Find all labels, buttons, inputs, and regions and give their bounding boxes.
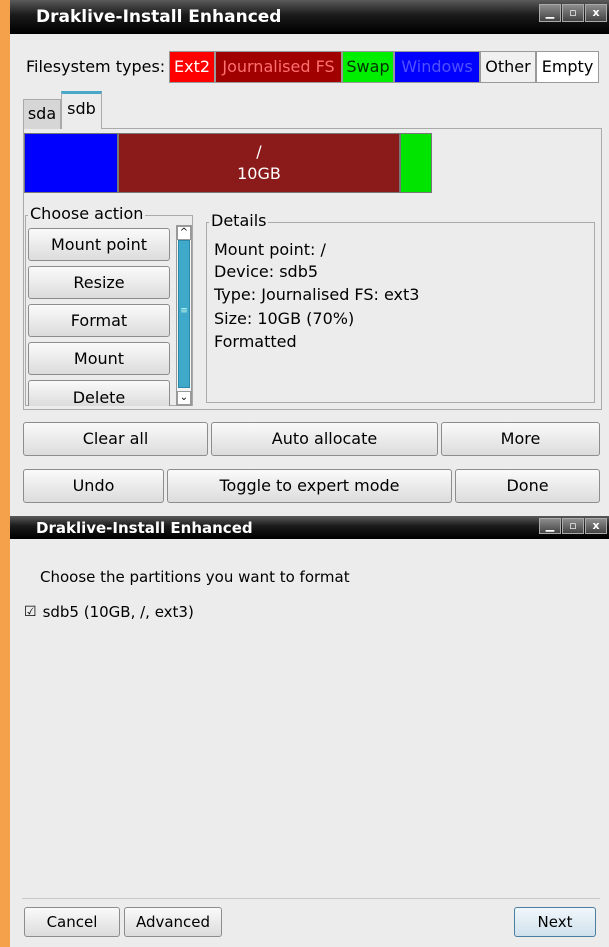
details-device: Device: sdb5 xyxy=(214,262,319,281)
chip-empty: Empty xyxy=(536,51,599,83)
clear-all-button[interactable]: Clear all xyxy=(23,422,208,456)
window-titlebar[interactable]: Draklive-Install Enhanced ▁ ▫ x xyxy=(10,516,609,539)
more-button[interactable]: More xyxy=(441,422,600,456)
cancel-button[interactable]: Cancel xyxy=(24,907,120,937)
partitioning-window: Draklive-Install Enhanced ▁ ▫ x Filesyst… xyxy=(10,0,609,516)
mount-button[interactable]: Mount xyxy=(28,342,170,375)
partition-windows[interactable] xyxy=(24,133,118,193)
action-scrollbar[interactable]: ^ ≡ ⌄ xyxy=(176,225,192,406)
sdb5-checkbox-row[interactable]: ☑ sdb5 (10GB, /, ext3) xyxy=(24,603,194,621)
chip-other: Other xyxy=(480,51,536,83)
filesystem-types-label: Filesystem types: xyxy=(26,57,166,76)
format-window: Draklive-Install Enhanced ▁ ▫ x Choose t… xyxy=(10,516,609,947)
chip-swap: Swap xyxy=(342,51,394,83)
resize-button[interactable]: Resize xyxy=(28,266,170,299)
maximize-icon[interactable]: ▫ xyxy=(562,518,584,534)
next-button[interactable]: Next xyxy=(514,907,596,937)
window-controls: ▁ ▫ x xyxy=(538,4,607,22)
details-size: Size: 10GB (70%) xyxy=(214,309,355,328)
chip-journalised-fs: Journalised FS xyxy=(215,51,342,83)
partition-size-label: 10GB xyxy=(237,164,281,183)
partition-sdb5[interactable]: / 10GB xyxy=(118,133,400,193)
scroll-thumb[interactable]: ≡ xyxy=(178,240,190,388)
mount-point-button[interactable]: Mount point xyxy=(28,228,170,261)
details-legend: Details xyxy=(209,211,269,230)
separator xyxy=(22,898,600,899)
auto-allocate-button[interactable]: Auto allocate xyxy=(211,422,438,456)
advanced-button[interactable]: Advanced xyxy=(124,907,222,937)
choose-action-legend: Choose action xyxy=(28,204,146,223)
scroll-down-icon[interactable]: ⌄ xyxy=(177,391,191,405)
close-icon[interactable]: x xyxy=(585,518,607,534)
scroll-up-icon[interactable]: ^ xyxy=(177,226,191,240)
partition-mount-label: / xyxy=(256,142,262,161)
format-heading: Choose the partitions you want to format xyxy=(40,568,350,586)
minimize-icon[interactable]: ▁ xyxy=(539,518,561,534)
minimize-icon[interactable]: ▁ xyxy=(539,4,561,22)
window-controls: ▁ ▫ x xyxy=(538,518,607,534)
window-title: Draklive-Install Enhanced xyxy=(36,7,282,27)
chip-ext2: Ext2 xyxy=(169,51,215,83)
undo-button[interactable]: Undo xyxy=(23,469,164,503)
delete-button[interactable]: Delete xyxy=(28,380,170,406)
details-type: Type: Journalised FS: ext3 xyxy=(214,285,420,304)
checkbox-checked-icon[interactable]: ☑ xyxy=(24,604,37,620)
sdb5-checkbox-label: sdb5 (10GB, /, ext3) xyxy=(42,603,194,621)
tab-sda[interactable]: sda xyxy=(23,99,61,129)
details-formatted: Formatted xyxy=(214,332,297,351)
details-mount-point: Mount point: / xyxy=(214,240,326,259)
done-button[interactable]: Done xyxy=(455,469,600,503)
format-button[interactable]: Format xyxy=(28,304,170,337)
window-titlebar[interactable]: Draklive-Install Enhanced ▁ ▫ x xyxy=(10,0,609,34)
tab-sdb[interactable]: sdb xyxy=(61,91,102,129)
close-icon[interactable]: x xyxy=(585,4,607,22)
window-title: Draklive-Install Enhanced xyxy=(36,519,253,537)
chip-windows: Windows xyxy=(394,51,480,83)
maximize-icon[interactable]: ▫ xyxy=(562,4,584,22)
toggle-expert-mode-button[interactable]: Toggle to expert mode xyxy=(167,469,452,503)
partition-swap[interactable] xyxy=(400,133,432,193)
